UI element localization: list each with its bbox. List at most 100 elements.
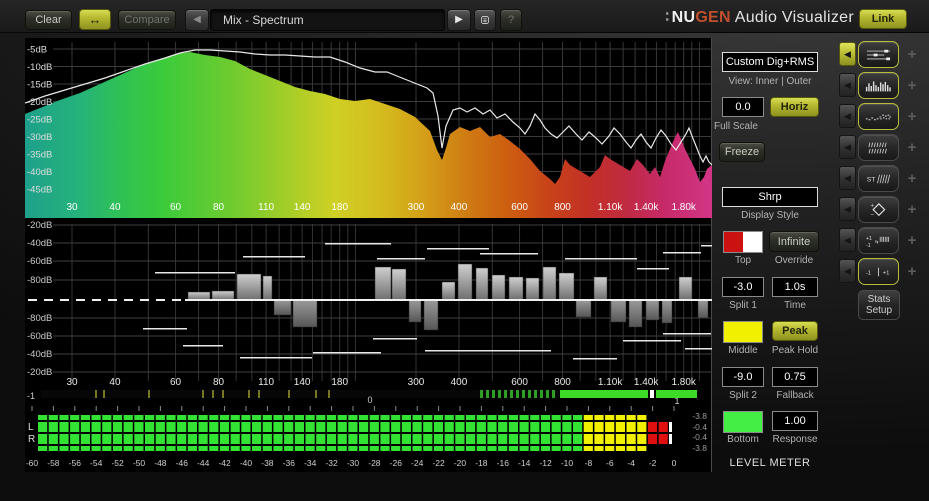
correlation-spectrum-view-icon[interactable]: +1 -1	[858, 227, 899, 254]
svg-text:-45dB: -45dB	[27, 185, 52, 196]
svg-text:400: 400	[451, 377, 468, 388]
spectrum-view-icon[interactable]	[858, 72, 899, 99]
svg-text:1.80k: 1.80k	[671, 202, 696, 213]
swap-compare-icon[interactable]: ↔	[79, 9, 111, 30]
svg-text:-1: -1	[866, 242, 871, 248]
bottom-color-swatch[interactable]	[723, 411, 763, 433]
svg-text:1.10k: 1.10k	[598, 377, 623, 388]
peak-button[interactable]: Peak	[772, 321, 818, 341]
svg-text:-16: -16	[497, 458, 510, 468]
spectrum-analyzer: 30 40 60 80 110 140 180 300 400 600 800 1.10k 1.40k 1…	[24, 42, 713, 218]
fallback-value[interactable]: 0.75	[772, 367, 818, 387]
add-view-button[interactable]: +	[904, 47, 920, 63]
mixer-levels-icon	[866, 49, 891, 60]
svg-text:80: 80	[213, 377, 225, 388]
level-meter-section-label: LEVEL METER	[729, 457, 811, 469]
preset-selector[interactable]: Mix - Spectrum	[210, 9, 445, 31]
svg-text:110: 110	[258, 377, 274, 388]
menu-button[interactable]	[474, 9, 496, 31]
svg-text:-52: -52	[111, 458, 124, 468]
add-view-button[interactable]: +	[904, 109, 920, 125]
svg-text:-18: -18	[475, 458, 488, 468]
next-preset-button[interactable]: ▶	[447, 9, 471, 31]
svg-text:-14: -14	[518, 458, 531, 468]
assign-arrow-button[interactable]: ◀	[839, 166, 856, 190]
add-view-button[interactable]: +	[904, 140, 920, 156]
svg-text:180: 180	[331, 202, 348, 213]
middle-color-swatch[interactable]	[723, 321, 763, 343]
assign-arrow-button[interactable]: ◀	[839, 228, 856, 252]
svg-text:−: −	[870, 211, 874, 218]
svg-text:-5dB: -5dB	[27, 45, 47, 56]
assign-arrow-button[interactable]: ◀	[839, 259, 856, 283]
display-style-value[interactable]: Shrp	[722, 187, 818, 207]
svg-text:300: 300	[408, 202, 425, 213]
add-view-button[interactable]: +	[904, 171, 920, 187]
vectorscope-diamond-icon: +−	[870, 202, 886, 218]
svg-text:-34: -34	[304, 458, 317, 468]
svg-text:-60dB: -60dB	[27, 256, 52, 267]
svg-text:-80dB: -80dB	[27, 275, 52, 286]
response-value[interactable]: 1.00	[772, 411, 818, 431]
svg-text:1: 1	[674, 396, 679, 406]
svg-text:+1: +1	[866, 236, 872, 242]
waveform-history-view-icon[interactable]	[858, 134, 899, 161]
menu-list-icon	[481, 16, 489, 24]
bottom-label: Bottom	[727, 434, 759, 445]
brand-dots-icon: ∶	[665, 9, 670, 26]
add-view-button[interactable]: +	[904, 233, 920, 249]
add-view-button[interactable]: +	[904, 202, 920, 218]
svg-text:-48: -48	[154, 458, 167, 468]
svg-text:-10: -10	[561, 458, 574, 468]
help-button[interactable]: ?	[500, 9, 522, 31]
response-label: Response	[772, 434, 818, 445]
spectrogram-view-icon[interactable]	[858, 103, 899, 130]
add-view-button[interactable]: +	[904, 78, 920, 94]
split2-value[interactable]: -9.0	[722, 367, 764, 387]
main-display: 30 40 60 80 110 140 180 300 400 600 800 1.10k 1.40k 1…	[24, 38, 729, 472]
svg-text:30: 30	[66, 202, 78, 213]
previous-preset-button[interactable]: ◀	[185, 9, 209, 31]
svg-text:-10dB: -10dB	[27, 62, 52, 73]
plugin-window: Clear ↔ Compare ◀ Mix - Spectrum ▶ ? ∶ NU…	[0, 0, 929, 501]
svg-text:-60dB: -60dB	[27, 331, 52, 342]
svg-text:L: L	[28, 422, 34, 433]
horiz-button[interactable]: Horiz	[770, 97, 819, 117]
mode-display[interactable]: Custom Dig+RMS	[722, 52, 818, 72]
mix-levels-view-icon[interactable]	[858, 41, 899, 68]
svg-text:300: 300	[408, 377, 425, 388]
svg-text:-6: -6	[606, 458, 614, 468]
correlation-meter-view-icon[interactable]: -1 +1	[858, 258, 899, 285]
split1-value[interactable]: -3.0	[722, 277, 764, 297]
time-value[interactable]: 1.0s	[772, 277, 818, 297]
stereo-waveform-view-icon[interactable]: ST	[858, 165, 899, 192]
override-infinite-button[interactable]: Infinite	[769, 231, 819, 252]
freeze-button[interactable]: Freeze	[719, 142, 765, 162]
peak-hold-label: Peak Hold	[771, 345, 819, 356]
svg-text:800: 800	[554, 377, 571, 388]
stats-setup-button[interactable]: Stats Setup	[858, 290, 900, 320]
assign-arrow-button[interactable]: ◀	[839, 197, 856, 221]
vectorscope-view-icon[interactable]: + −	[858, 196, 899, 223]
svg-text:40: 40	[109, 202, 121, 213]
full-scale-label: Full Scale	[714, 121, 758, 132]
top-color-swatch[interactable]	[723, 231, 763, 253]
svg-text:-2: -2	[649, 458, 657, 468]
full-scale-value[interactable]: 0.0	[722, 97, 764, 117]
correlation-meter: -1 0 1	[27, 390, 697, 406]
assign-arrow-button[interactable]: ◀	[839, 73, 856, 97]
svg-text:30: 30	[66, 377, 78, 388]
svg-text:-20dB: -20dB	[27, 97, 52, 108]
st-waveform-icon: ST	[867, 174, 891, 183]
compare-button[interactable]: Compare	[118, 10, 176, 30]
clear-button[interactable]: Clear	[25, 10, 72, 30]
assign-arrow-button[interactable]: ◀	[839, 42, 856, 66]
add-view-button[interactable]: +	[904, 264, 920, 280]
assign-arrow-button[interactable]: ◀	[839, 104, 856, 128]
view-mode-label: View: Inner | Outer	[728, 76, 812, 87]
link-button[interactable]: Link	[859, 9, 907, 29]
svg-text:140: 140	[294, 202, 311, 213]
middle-label: Middle	[728, 345, 758, 356]
assign-arrow-button[interactable]: ◀	[839, 135, 856, 159]
svg-text:-32: -32	[325, 458, 338, 468]
